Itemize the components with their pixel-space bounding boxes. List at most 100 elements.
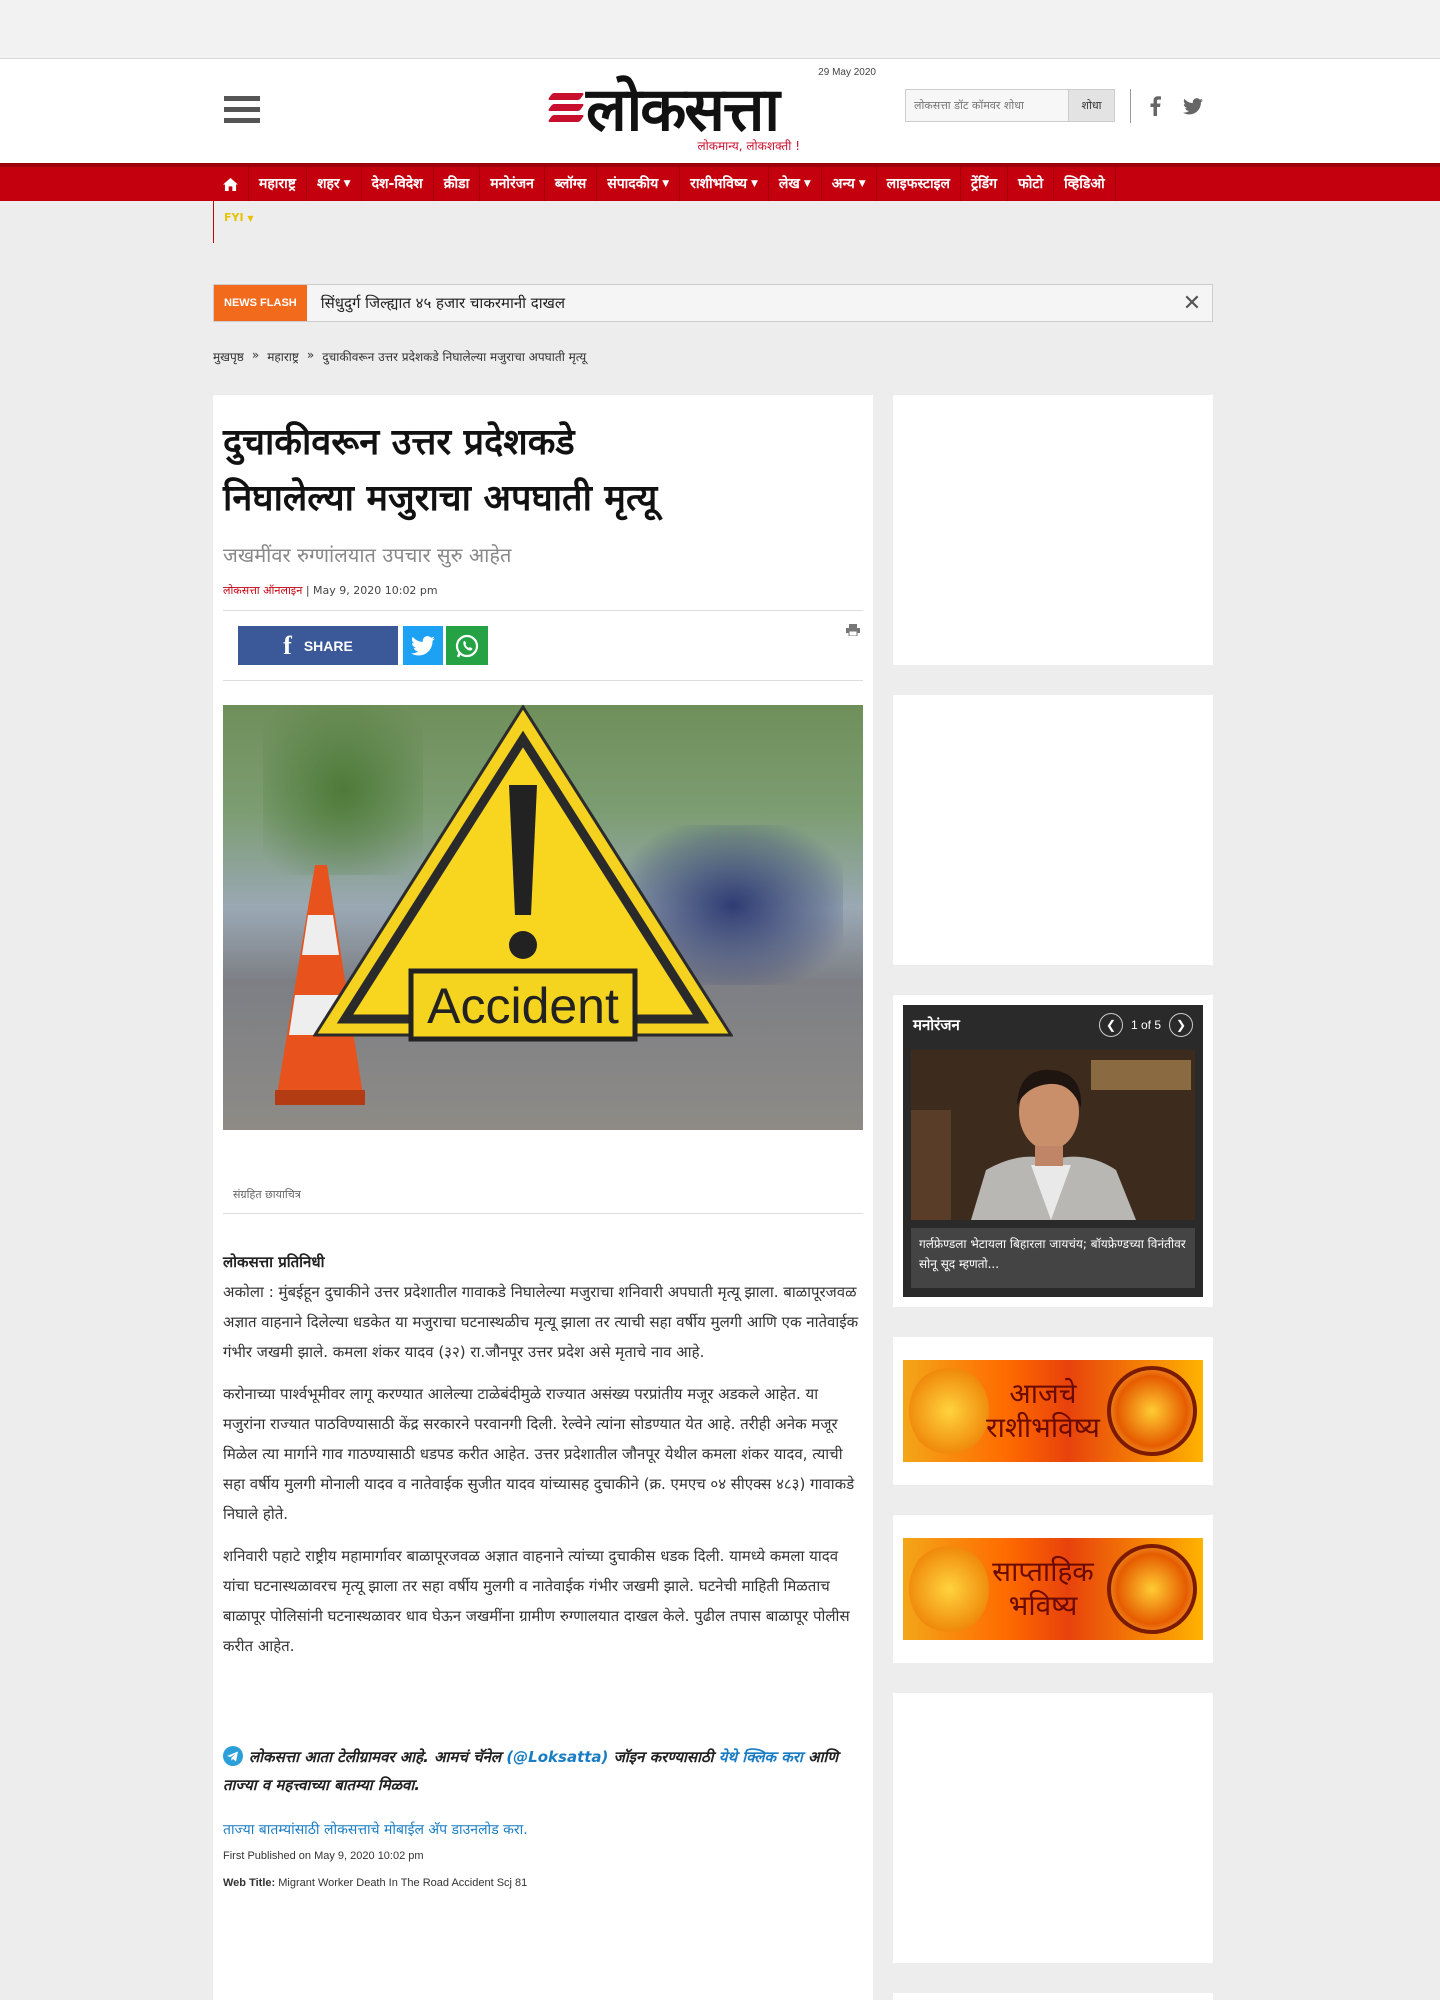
weekly-horoscope-banner[interactable]: साप्ताहिक भविष्य [903, 1538, 1203, 1640]
nav-item[interactable]: क्रीडा [434, 167, 481, 201]
pager-count: 1 of 5 [1130, 1018, 1161, 1032]
facebook-icon: f [283, 630, 292, 660]
search-button[interactable]: शोधा [1068, 90, 1114, 121]
chevron-down-icon: ▼ [247, 214, 254, 223]
reporter: लोकसत्ता प्रतिनिधी [223, 1253, 325, 1271]
zodiac-wheel-icon [1107, 1544, 1197, 1634]
widget-caption[interactable]: गर्लफ्रेण्डला भेटायला बिहारला जायचंय; बॉ… [911, 1228, 1195, 1288]
header-social [1130, 89, 1203, 123]
app-download-link[interactable]: ताज्या बातम्यांसाठी लोकसत्ताचे मोबाईल अ‍… [223, 1820, 528, 1839]
telegram-handle-link[interactable]: (@Loksatta) [506, 1748, 608, 1766]
article-byline: लोकसत्ता ऑनलाइन | May 9, 2020 10:02 pm [223, 583, 438, 598]
twitter-share-button[interactable] [403, 626, 443, 665]
web-title-label: Web Title: [223, 1877, 276, 1889]
ad-slot [893, 1693, 1213, 1963]
person-photo [911, 1050, 1195, 1220]
nav-item-label: मनोरंजन [490, 176, 534, 192]
daily-horoscope-banner[interactable]: आजचे राशीभविष्य [903, 1360, 1203, 1462]
entertainment-widget: मनोरंजन ❮ 1 of 5 ❯ गर्लफ्रेण्डला भेटायला… [903, 1005, 1203, 1297]
site-header: 29 May 2020 लोकसत्ता लोकमान्य, लोकशक्ती … [0, 59, 1440, 163]
menu-icon[interactable] [224, 96, 260, 124]
nav-item-label: अन्य [831, 176, 855, 192]
chevron-down-icon: ▼ [858, 179, 866, 189]
author-link[interactable]: लोकसत्ता ऑनलाइन [223, 584, 302, 597]
facebook-share-button[interactable]: f SHARE [238, 626, 398, 665]
telegram-text: जॉइन करण्यासाठी [613, 1748, 714, 1766]
telegram-promo: लोकसत्ता आता टेलीग्रामवर आहे. आमचं चॅनेल… [223, 1743, 863, 1799]
ad-slot [893, 395, 1213, 665]
whatsapp-share-button[interactable] [446, 626, 488, 665]
nav-item-label: महाराष्ट्र [259, 176, 296, 192]
daily-horoscope-label: आजचे राशीभविष्य [986, 1377, 1100, 1444]
fyi-row: FYI ▼ [0, 201, 1440, 249]
site-logo[interactable]: 29 May 2020 लोकसत्ता लोकमान्य, लोकशक्ती … [547, 63, 880, 155]
nav-item-label: व्हिडिओ [1064, 176, 1105, 192]
sign-text: Accident [427, 978, 619, 1034]
article-date: | May 9, 2020 10:02 pm [305, 584, 438, 597]
print-icon[interactable] [846, 621, 860, 640]
nav-home[interactable] [213, 167, 249, 201]
widget-photo[interactable] [911, 1050, 1195, 1220]
chevron-down-icon: ▼ [751, 179, 758, 189]
nav-item[interactable]: राशीभविष्य ▼ [680, 167, 769, 201]
close-icon[interactable]: ✕ [1172, 291, 1212, 316]
nav-item-label: लेख [778, 176, 800, 192]
twitter-icon [411, 635, 435, 655]
article-body: लोकसत्ता प्रतिनिधी अकोला : मुंबईहून दुचा… [223, 1247, 863, 1673]
nav-item[interactable]: संपादकीय ▼ [597, 167, 681, 201]
widget-heading: मनोरंजन [913, 1016, 960, 1034]
nav-item[interactable]: व्हिडिओ [1054, 167, 1116, 201]
breadcrumb: मुखपृष्ठ » महाराष्ट्र » दुचाकीवरून उत्तर… [213, 348, 586, 365]
nav-item[interactable]: देश-विदेश [362, 167, 434, 201]
nav-item[interactable]: ब्लॉग्स [545, 167, 598, 201]
home-icon [223, 177, 238, 191]
logo-tagline: लोकमान्य, लोकशक्ती ! [697, 139, 801, 153]
nav-item-label: देश-विदेश [371, 176, 423, 192]
article-card: दुचाकीवरून उत्तर प्रदेशकडे निघालेल्या मज… [213, 395, 873, 2000]
article-image: Accident [223, 705, 863, 1130]
divider [223, 610, 863, 611]
search-box: शोधा [905, 89, 1115, 122]
main-nav: महाराष्ट्र शहर ▼ देश-विदेश क्रीडा मनोरंजन ब्लॉ… [0, 163, 1440, 201]
article-paragraph: अकोला : मुंबईहून दुचाकीने उत्तर प्रदेशात… [223, 1283, 859, 1361]
nav-fyi[interactable]: FYI ▼ [213, 201, 254, 243]
ad-slot [893, 695, 1213, 965]
nav-item-label: संपादकीय [607, 176, 659, 192]
article-paragraph: शनिवारी पहाटे राष्ट्रीय महामार्गावर बाळा… [223, 1547, 850, 1655]
web-title-value: Migrant Worker Death In The Road Acciden… [278, 1877, 528, 1889]
nav-item[interactable]: ट्रेंडिंग [961, 167, 1009, 201]
search-input[interactable] [906, 90, 1068, 121]
twitter-icon[interactable] [1183, 97, 1203, 115]
nav-item[interactable]: फोटो [1008, 167, 1055, 201]
article-title-line: दुचाकीवरून उत्तर प्रदेशकडे [223, 422, 575, 463]
divider [223, 1213, 863, 1214]
nav-item[interactable]: लाइफस्टाइल [877, 167, 961, 201]
divider [223, 680, 863, 681]
newsflash-tag: NEWS FLASH [214, 285, 307, 321]
nav-item[interactable]: लेख ▼ [769, 167, 822, 201]
zodiac-wheel-icon [1107, 1366, 1197, 1456]
breadcrumb-section[interactable]: महाराष्ट्र [267, 348, 299, 365]
chevron-down-icon: ▼ [803, 179, 811, 189]
chevron-right-icon[interactable]: ❯ [1169, 1013, 1193, 1037]
logo-wordmark: लोकसत्ता [586, 75, 780, 145]
facebook-icon[interactable] [1149, 96, 1161, 116]
nav-item-label: फोटो [1018, 176, 1044, 192]
top-spacer [0, 0, 1440, 59]
article-title: दुचाकीवरून उत्तर प्रदेशकडे निघालेल्या मज… [223, 415, 863, 527]
nav-item[interactable]: मनोरंजन [480, 167, 545, 201]
chevron-down-icon: ▼ [662, 179, 670, 189]
nav-item[interactable]: शहर ▼ [307, 167, 362, 201]
chevron-left-icon[interactable]: ❮ [1098, 1013, 1123, 1037]
nav-item-label: क्रीडा [443, 176, 470, 192]
breadcrumb-separator: » [306, 348, 315, 362]
newsflash-text[interactable]: सिंधुदुर्ग जिल्ह्यात ४५ हजार चाकरमानी दा… [307, 293, 1172, 313]
nav-item[interactable]: अन्य ▼ [822, 167, 877, 201]
logo-stripes-icon [547, 93, 585, 133]
breadcrumb-home[interactable]: मुखपृष्ठ [213, 348, 244, 365]
newsflash-bar: NEWS FLASH सिंधुदुर्ग जिल्ह्यात ४५ हजार … [213, 284, 1213, 322]
nav-item[interactable]: महाराष्ट्र [249, 167, 307, 201]
telegram-icon [223, 1746, 243, 1766]
telegram-click-link[interactable]: येथे क्लिक करा [719, 1748, 803, 1766]
nav-item-label: ब्लॉग्स [554, 176, 587, 192]
